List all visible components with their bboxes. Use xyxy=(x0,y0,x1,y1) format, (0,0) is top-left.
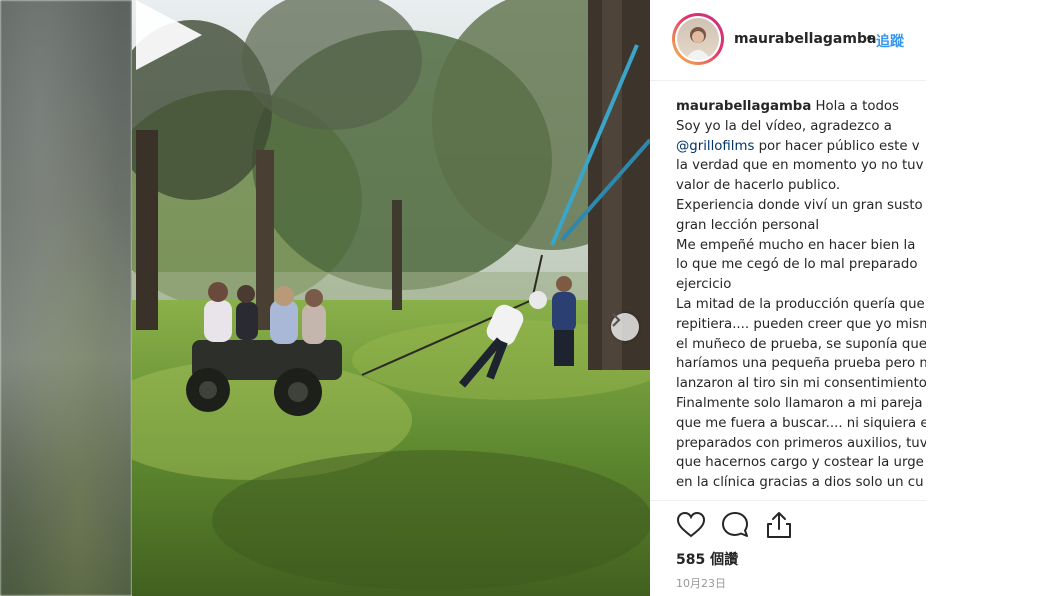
video-frame xyxy=(132,0,650,596)
caption-line: el muñeco de prueba, se suponía que xyxy=(676,336,926,352)
caption-line: lo que me cegó de lo mal preparado xyxy=(676,257,918,273)
caption-line: haríamos una pequeña prueba pero n xyxy=(676,356,926,372)
chevron-right-icon xyxy=(612,313,621,327)
caption-line: Hola a todos xyxy=(815,99,899,114)
caption-line: valor de hacerlo publico. xyxy=(676,178,841,194)
caption-line: La mitad de la producción quería que xyxy=(676,296,925,312)
caption-line: repitiera.... pueden creer que yo mism xyxy=(676,316,926,332)
post-caption: maurabellagamba Hola a todos Soy yo la d… xyxy=(676,97,926,495)
likes-count[interactable]: 585 個讚 xyxy=(676,549,738,569)
caption-line: gran lección personal xyxy=(676,217,820,233)
caption-line: que me fuera a buscar.... ni siquiera e xyxy=(676,415,926,431)
post-panel: maurabellagamba • 追蹤 maurabellagamba Hol… xyxy=(650,0,1060,596)
caption-line: Experiencia donde viví un gran susto xyxy=(676,197,923,213)
header-separator: • xyxy=(865,31,874,47)
next-button[interactable] xyxy=(611,313,639,341)
right-blank-area xyxy=(926,0,1060,596)
caption-line: preparados con primeros auxilios, tuv xyxy=(676,435,926,451)
caption-line: por hacer público este v xyxy=(758,138,920,154)
caption-line: ejercicio xyxy=(676,277,732,293)
share-icon[interactable] xyxy=(764,510,794,540)
post-date[interactable]: 10月23日 xyxy=(676,575,726,591)
follow-button[interactable]: 追蹤 xyxy=(876,31,904,51)
heart-icon[interactable] xyxy=(676,510,706,540)
caption-line: en la clínica gracias a dios solo un cu xyxy=(676,475,924,491)
video-player[interactable] xyxy=(132,0,650,596)
caption-username[interactable]: maurabellagamba xyxy=(676,99,811,114)
divider xyxy=(650,500,926,501)
background-blur-left xyxy=(0,0,132,596)
caption-line: lanzaron al tiro sin mi consentimiento xyxy=(676,376,926,392)
avatar-photo xyxy=(685,27,711,60)
caption-line: Me empeñé mucho en hacer bien la xyxy=(676,237,916,253)
header-username[interactable]: maurabellagamba xyxy=(734,31,876,47)
play-icon[interactable] xyxy=(132,0,202,70)
post-header: maurabellagamba • 追蹤 xyxy=(650,0,926,81)
caption-line: que hacernos cargo y costear la urge xyxy=(676,455,924,471)
caption-line: Soy yo la del vídeo, agradezco a xyxy=(676,118,892,134)
caption-line: Finalmente solo llamaron a mi pareja xyxy=(676,395,923,411)
caption-line: la verdad que en momento yo no tuv xyxy=(676,158,924,174)
mention-link[interactable]: @grillofilms xyxy=(676,139,754,154)
comment-icon[interactable] xyxy=(720,510,750,540)
avatar[interactable] xyxy=(672,13,724,65)
